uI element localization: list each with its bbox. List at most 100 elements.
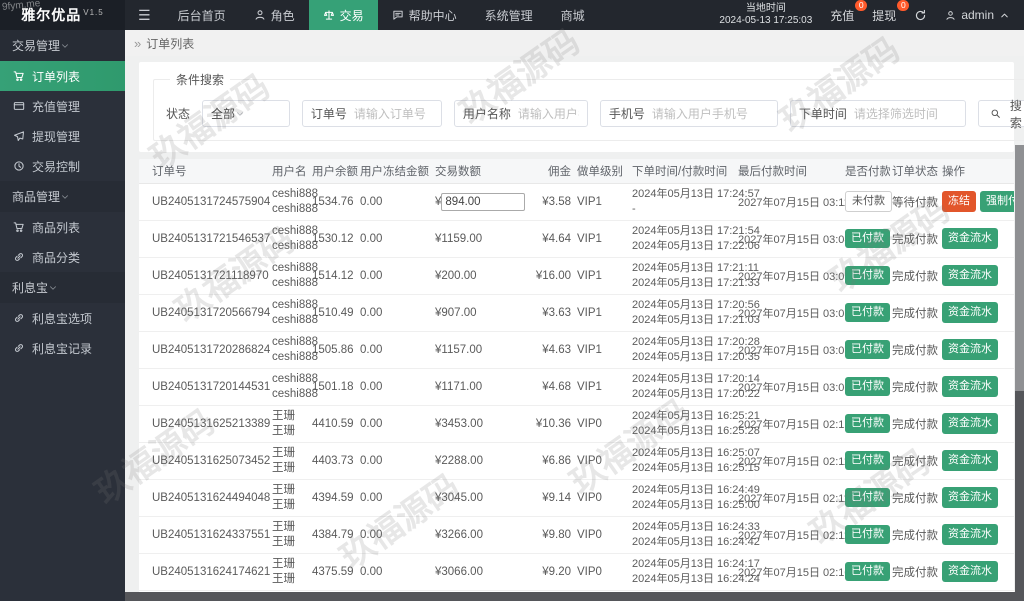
status-select[interactable]: 全部 xyxy=(202,100,290,127)
sidebar-group-商品管理[interactable]: 商品管理 xyxy=(0,181,125,212)
paid-status-badge[interactable]: 已付款 xyxy=(845,525,890,544)
action-button-资金流水[interactable]: 资金流水 xyxy=(942,265,998,286)
withdraw-link[interactable]: 提现 0 xyxy=(872,0,910,24)
cart-icon xyxy=(13,70,25,82)
sidebar-group-交易管理[interactable]: 交易管理 xyxy=(0,30,125,61)
table-row: UB2405131624494048 王珊 王珊 4394.59 0.00 ¥3045.0… xyxy=(139,479,1014,517)
cell-order-status: 等待付款 xyxy=(890,183,940,221)
order-time-line: 2024年05月13日 16:25:07 xyxy=(632,446,760,459)
action-button-冻结[interactable]: 冻结 xyxy=(942,191,976,212)
top-nav-item-后台首页[interactable]: 后台首页 xyxy=(164,0,240,30)
action-button-强制付款[interactable]: 强制付款 xyxy=(980,191,1014,212)
cell-order-status: 完成付款 xyxy=(890,442,940,480)
action-button-资金流水[interactable]: 资金流水 xyxy=(942,413,998,434)
action-button-资金流水[interactable]: 资金流水 xyxy=(942,228,998,249)
paid-status-badge[interactable]: 已付款 xyxy=(845,451,890,470)
username-input[interactable] xyxy=(517,106,579,121)
withdraw-badge: 0 xyxy=(897,0,910,11)
paid-status-badge[interactable]: 已付款 xyxy=(845,340,890,359)
horizontal-scrollbar[interactable] xyxy=(125,592,1024,601)
order-time-input[interactable] xyxy=(853,106,957,121)
app-logo-version: V1.5 xyxy=(83,7,104,17)
search-button[interactable]: 搜 索 xyxy=(977,99,1024,130)
username-line: 王珊 xyxy=(272,498,295,511)
recharge-link[interactable]: 充值 0 xyxy=(830,0,868,24)
sidebar-item-充值管理[interactable]: 充值管理 xyxy=(0,91,125,121)
username-line: ceshi888 xyxy=(272,187,319,200)
sidebar-item-商品分类[interactable]: 商品分类 xyxy=(0,242,125,272)
order-time-line: 2024年05月13日 17:24:57 xyxy=(632,187,760,200)
cell-username: 王珊王珊 xyxy=(270,553,310,591)
search-icon xyxy=(990,108,1001,119)
refresh-icon xyxy=(914,9,927,22)
recharge-badge: 0 xyxy=(855,0,868,11)
col-header-做单级别: 做单级别 xyxy=(575,159,630,184)
top-nav-item-系统管理[interactable]: 系统管理 xyxy=(471,0,547,30)
cell-order-no: UB2405131720566794 xyxy=(139,294,270,332)
top-bar: 雅尔优品 V1.5 ☰ 后台首页 角色 交易 帮助中心 系统管理 商城 当地时间 2024-… xyxy=(0,0,1024,30)
sidebar-item-提现管理[interactable]: 提现管理 xyxy=(0,121,125,151)
paid-status-badge[interactable]: 未付款 xyxy=(845,191,892,212)
local-time: 当地时间 2024-05-13 17:25:03 xyxy=(719,3,812,28)
paid-status-badge[interactable]: 已付款 xyxy=(845,562,890,581)
sidebar-group-利息宝[interactable]: 利息宝 xyxy=(0,272,125,303)
chevron-down-icon xyxy=(60,41,70,51)
app-logo-text: 雅尔优品 xyxy=(21,7,82,23)
top-nav-item-角色[interactable]: 角色 xyxy=(240,0,309,30)
action-button-资金流水[interactable]: 资金流水 xyxy=(942,302,998,323)
order-time-line: 2024年05月13日 17:21:54 xyxy=(632,224,760,237)
cell-amount: ¥1159.00 xyxy=(433,220,528,258)
paid-status-badge[interactable]: 已付款 xyxy=(845,229,890,248)
top-nav-item-帮助中心[interactable]: 帮助中心 xyxy=(378,0,471,30)
local-time-label: 当地时间 xyxy=(745,2,786,14)
cell-frozen: 0.00 xyxy=(358,516,433,554)
paid-status-badge[interactable]: 已付款 xyxy=(845,303,890,322)
sidebar-item-交易控制[interactable]: 交易控制 xyxy=(0,151,125,181)
table-row: UB2405131720144531 ceshi888 ceshi888 1501.1… xyxy=(139,368,1014,406)
phone-input[interactable] xyxy=(651,106,769,121)
cell-order-time: 2024年05月13日 17:20:28 2024年05月13日 17:20:35 xyxy=(630,331,760,369)
sidebar-item-商品列表[interactable]: 商品列表 xyxy=(0,212,125,242)
action-button-资金流水[interactable]: 资金流水 xyxy=(942,524,998,545)
paid-status-badge[interactable]: 已付款 xyxy=(845,414,890,433)
col-header-用户余额: 用户余额 xyxy=(310,159,358,184)
action-button-资金流水[interactable]: 资金流水 xyxy=(942,450,998,471)
vertical-scrollbar[interactable] xyxy=(1015,145,1024,592)
admin-menu[interactable]: admin xyxy=(945,8,1010,22)
sidebar-toggle-button[interactable]: ☰ xyxy=(125,0,164,30)
sidebar-item-label: 利息宝记录 xyxy=(32,341,93,356)
order-time-line: 2024年05月13日 16:25:21 xyxy=(632,409,760,422)
cell-order-time: 2024年05月13日 17:21:54 2024年05月13日 17:22:06 xyxy=(630,220,760,258)
sidebar-item-利息宝选项[interactable]: 利息宝选项 xyxy=(0,303,125,333)
action-button-资金流水[interactable]: 资金流水 xyxy=(942,487,998,508)
action-button-资金流水[interactable]: 资金流水 xyxy=(942,376,998,397)
order-no-input[interactable] xyxy=(353,106,433,121)
paid-status-badge[interactable]: 已付款 xyxy=(845,488,890,507)
top-nav-item-交易[interactable]: 交易 xyxy=(308,0,378,30)
action-button-资金流水[interactable]: 资金流水 xyxy=(942,561,998,582)
cell-commission: ¥4.64 xyxy=(528,220,575,258)
cart-icon xyxy=(13,221,25,233)
order-time-line: 2024年05月13日 17:20:35 xyxy=(632,350,760,363)
breadcrumb-label: 订单列表 xyxy=(146,36,195,51)
cell-actions: 资金流水 xyxy=(940,405,1014,443)
refresh-button[interactable] xyxy=(914,9,927,22)
cell-actions: 资金流水 xyxy=(940,331,1014,369)
top-nav-item-商城[interactable]: 商城 xyxy=(547,0,599,30)
cell-balance: 4384.79 xyxy=(310,516,358,554)
cell-paid: 已付款 xyxy=(843,553,890,591)
cell-actions: 资金流水 xyxy=(940,368,1014,406)
vertical-scrollbar-thumb[interactable] xyxy=(1015,390,1024,592)
cell-order-time: 2024年05月13日 16:24:33 2024年05月13日 16:24:42 xyxy=(630,516,760,554)
phone-label: 手机号 xyxy=(608,107,645,121)
sidebar-item-利息宝记录[interactable]: 利息宝记录 xyxy=(0,333,125,363)
action-button-资金流水[interactable]: 资金流水 xyxy=(942,339,998,360)
sidebar-item-订单列表[interactable]: 订单列表 xyxy=(0,61,125,91)
cell-actions: 资金流水 xyxy=(940,257,1014,295)
cell-level: VIP1 xyxy=(575,294,630,332)
amount-input[interactable] xyxy=(441,192,526,211)
paid-status-badge[interactable]: 已付款 xyxy=(845,377,890,396)
order-time-group: 下单时间 xyxy=(789,100,966,127)
username-line: 王珊 xyxy=(272,557,295,570)
paid-status-badge[interactable]: 已付款 xyxy=(845,266,890,285)
